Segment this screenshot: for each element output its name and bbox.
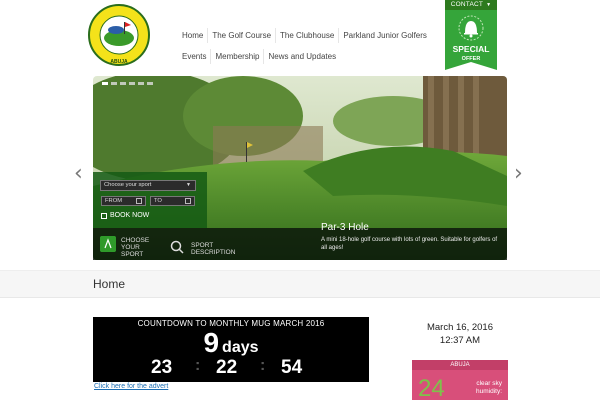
slide-caption-title: Par-3 Hole bbox=[321, 222, 369, 233]
from-date-field[interactable]: FROM bbox=[101, 196, 146, 206]
choose-sport-line2: YOUR bbox=[121, 244, 140, 251]
book-now-button[interactable]: BOOK NOW bbox=[101, 212, 149, 219]
countdown-minutes: 22 bbox=[216, 357, 238, 378]
slider-dot[interactable] bbox=[102, 82, 108, 85]
sport-select[interactable]: Choose your sport ▼ bbox=[100, 180, 196, 191]
nav-membership[interactable]: Membership bbox=[211, 49, 265, 64]
page-title-band bbox=[0, 270, 600, 298]
current-date: March 16, 2016 bbox=[426, 322, 493, 333]
site-header: ABUJA Home The Golf Course The Clubhouse… bbox=[0, 0, 600, 72]
logo-city: ABUJA bbox=[110, 59, 128, 65]
main-nav: Home The Golf Course The Clubhouse Parkl… bbox=[178, 28, 431, 70]
contact-button[interactable]: CONTACT ▼ bbox=[445, 0, 497, 10]
page-title: Home bbox=[93, 277, 126, 291]
sport-description-line1: SPORT bbox=[191, 242, 214, 249]
current-time: 12:37 AM bbox=[439, 335, 481, 346]
sport-description-label[interactable]: SPORT DESCRIPTION bbox=[191, 242, 235, 256]
contact-label: CONTACT bbox=[450, 1, 484, 8]
nav-clubhouse[interactable]: The Clubhouse bbox=[276, 28, 340, 43]
special-offer-line1: SPECIAL bbox=[453, 44, 490, 54]
choose-sport-line1: CHOOSE bbox=[121, 237, 150, 244]
countdown-separator: : bbox=[195, 357, 201, 374]
nav-home[interactable]: Home bbox=[178, 28, 209, 43]
countdown-widget: COUNTDOWN TO MONTHLY MUG MARCH 2016 9 day… bbox=[93, 317, 369, 382]
nav-row-2: Events Membership News and Updates bbox=[178, 49, 431, 64]
countdown-seconds: 54 bbox=[281, 357, 303, 378]
calendar-icon bbox=[185, 198, 191, 204]
weather-temperature: 24 bbox=[418, 375, 445, 400]
chevron-down-icon: ▼ bbox=[186, 182, 191, 188]
slider-pagination bbox=[102, 82, 153, 85]
weather-city: ABUJA bbox=[412, 360, 508, 370]
countdown-days-label: days bbox=[222, 339, 259, 356]
nav-row-1: Home The Golf Course The Clubhouse Parkl… bbox=[178, 28, 431, 43]
countdown-days: 9 days bbox=[93, 327, 369, 359]
from-date-label: FROM bbox=[105, 198, 123, 204]
checkbox-icon bbox=[101, 212, 107, 219]
nav-golf-course[interactable]: The Golf Course bbox=[208, 28, 277, 43]
choose-sport-label[interactable]: CHOOSE YOUR SPORT bbox=[121, 237, 149, 258]
page: ABUJA Home The Golf Course The Clubhouse… bbox=[0, 0, 600, 400]
slider-next-icon[interactable]: › bbox=[514, 163, 523, 185]
slider-dot[interactable] bbox=[129, 82, 135, 85]
special-offer-ribbon[interactable]: SPECIAL OFFER bbox=[445, 10, 497, 70]
choose-sport-line3: SPORT bbox=[121, 251, 144, 258]
chevron-down-icon: ▼ bbox=[486, 2, 492, 8]
slider-dot[interactable] bbox=[138, 82, 144, 85]
weather-condition: clear sky bbox=[476, 380, 502, 387]
nav-junior-golfers[interactable]: Parkland Junior Golfers bbox=[339, 28, 431, 43]
choose-sport-icon[interactable] bbox=[100, 236, 116, 252]
nav-news[interactable]: News and Updates bbox=[264, 49, 340, 64]
weather-humidity: humidity: bbox=[475, 388, 502, 395]
countdown-hours: 23 bbox=[151, 357, 173, 378]
to-date-label: TO bbox=[154, 198, 162, 204]
countdown-days-value: 9 bbox=[203, 327, 220, 358]
site-logo[interactable]: ABUJA bbox=[86, 4, 152, 66]
slider-prev-icon[interactable]: ‹ bbox=[74, 163, 83, 185]
slider-dot[interactable] bbox=[147, 82, 153, 85]
countdown-separator: : bbox=[260, 357, 266, 374]
weather-details: clear sky humidity: bbox=[470, 380, 502, 396]
slider-dot[interactable] bbox=[120, 82, 126, 85]
nav-events[interactable]: Events bbox=[178, 49, 212, 64]
advert-link[interactable]: Click here for the advert bbox=[94, 383, 168, 390]
book-now-label: BOOK NOW bbox=[110, 212, 150, 219]
slide-caption-text: A mini 18-hole golf course with lots of … bbox=[321, 237, 498, 251]
search-icon[interactable] bbox=[170, 240, 184, 254]
special-offer-line2: OFFER bbox=[462, 56, 481, 62]
to-date-field[interactable]: TO bbox=[150, 196, 195, 206]
calendar-icon bbox=[136, 198, 142, 204]
sport-description-line2: DESCRIPTION bbox=[191, 249, 236, 256]
slider-dot[interactable] bbox=[111, 82, 117, 85]
sport-select-value: Choose your sport bbox=[104, 182, 152, 188]
